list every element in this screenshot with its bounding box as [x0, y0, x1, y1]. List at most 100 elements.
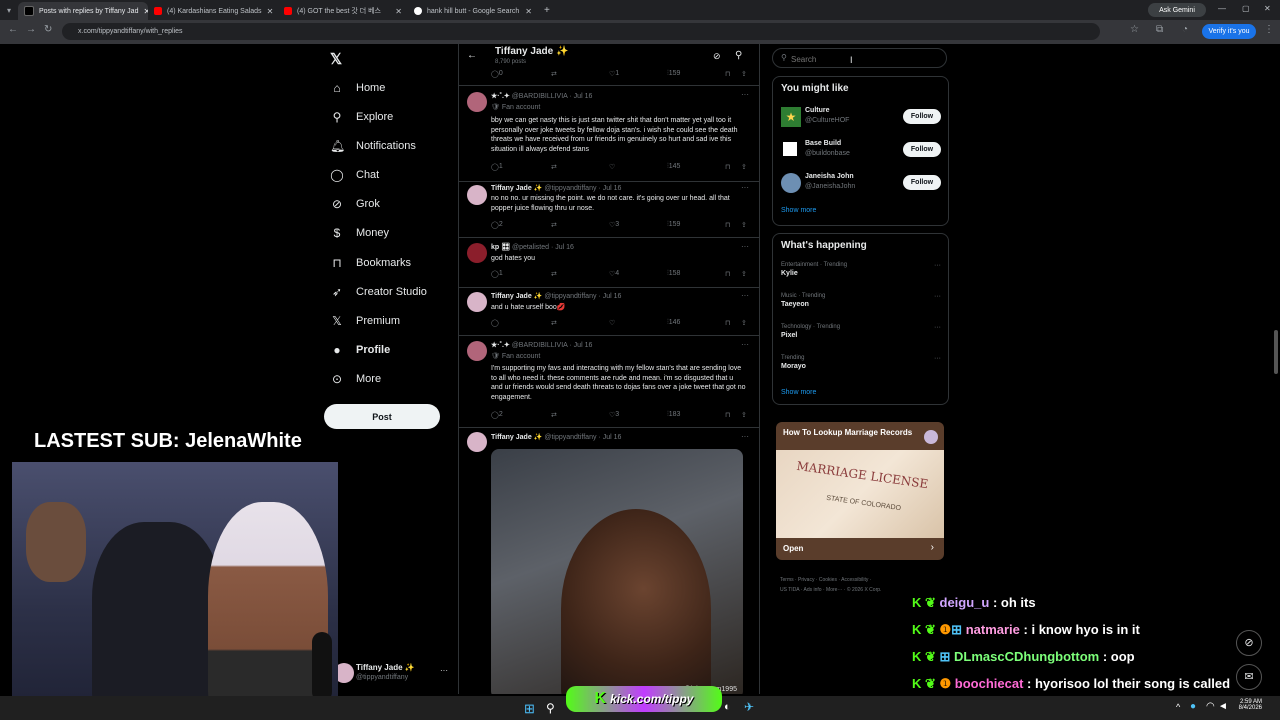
retweet-icon[interactable]: ⇄ [551, 270, 557, 278]
suggested-user[interactable]: Base Build @buildonbase Follow [781, 138, 941, 162]
reload-icon[interactable]: ↻ [44, 24, 52, 35]
close-icon[interactable]: ✕ [525, 7, 532, 16]
tweet[interactable]: Tiffany Jade ✨ @tippyandtiffany · Jul 16… [459, 427, 759, 694]
close-icon[interactable]: ✕ [395, 7, 402, 16]
account-switcher[interactable]: Tiffany Jade ✨ @tippyandtiffany ··· [334, 660, 449, 686]
nav-profile[interactable]: ● Profile [330, 343, 390, 357]
grok-fab-icon[interactable]: ⊘ [1236, 630, 1262, 656]
tab-x[interactable]: Posts with replies by Tiffany Jad ✕ [18, 2, 148, 20]
minimize-button[interactable]: — [1218, 4, 1226, 13]
retweet-icon[interactable]: ⇄ [551, 411, 557, 419]
reply-icon[interactable]: ◯ 2 [491, 221, 503, 229]
back-arrow-icon[interactable]: ← [467, 50, 477, 61]
like-icon[interactable]: ♡ 4 [609, 270, 619, 278]
like-icon[interactable]: ♡ 3 [609, 221, 619, 229]
like-icon[interactable]: ♡ 1 [609, 70, 619, 78]
more-dots-icon[interactable]: ··· [934, 293, 941, 300]
retweet-icon[interactable]: ⇄ [551, 163, 557, 171]
follow-button[interactable]: Follow [903, 142, 941, 157]
nav-home[interactable]: ⌂ Home [330, 81, 385, 95]
grok-icon[interactable]: ⊘ [713, 51, 721, 62]
trend-item[interactable]: Technology · Trending Pixel ··· [781, 324, 941, 348]
tab-youtube-1[interactable]: (4) Kardashians Eating Salads ✕ [148, 2, 278, 20]
tab-list-button[interactable]: ▾ [0, 6, 18, 15]
follow-button[interactable]: Follow [903, 109, 941, 124]
address-bar[interactable]: x.com/tippyandtiffany/with_replies [62, 23, 1100, 40]
search-input[interactable] [789, 51, 933, 67]
reply-icon[interactable]: ◯ 2 [491, 411, 503, 419]
like-icon[interactable]: ♡ 3 [609, 411, 619, 419]
more-dots-icon[interactable]: ··· [934, 355, 941, 362]
reply-icon[interactable]: ◯ 0 [491, 70, 503, 78]
bookmark-icon[interactable]: ⊓ [725, 70, 730, 78]
share-icon[interactable]: ⇪ [741, 221, 747, 229]
x-logo-icon[interactable]: 𝕏 [330, 50, 342, 68]
clock[interactable]: 2:59 AM 8/4/2026 [1232, 699, 1262, 711]
nav-premium[interactable]: 𝕏 Premium [330, 314, 400, 328]
close-icon[interactable]: ✕ [267, 7, 274, 16]
nav-notifications[interactable]: 🔔︎ Notifications [330, 139, 416, 153]
retweet-icon[interactable]: ⇄ [551, 319, 557, 327]
bookmark-icon[interactable]: ⊓ [725, 319, 730, 327]
nav-grok[interactable]: ⊘ Grok [330, 197, 380, 211]
ad-open-button[interactable]: Open › [776, 538, 944, 560]
star-icon[interactable]: ☆ [1130, 24, 1139, 35]
search-icon[interactable]: ⚲ [735, 50, 742, 61]
maximize-button[interactable]: ▢ [1242, 4, 1250, 13]
search-icon[interactable]: ⚲ [546, 701, 555, 715]
tab-google[interactable]: hank hill butt - Google Search ✕ [408, 2, 538, 20]
reply-icon[interactable]: ◯ 1 [491, 270, 503, 278]
more-dots-icon[interactable]: ··· [934, 262, 941, 269]
trend-item[interactable]: Music · Trending Taeyeon ··· [781, 293, 941, 317]
menu-icon[interactable]: ⋮ [1264, 24, 1274, 35]
forward-icon[interactable]: → [26, 24, 36, 35]
windows-start-icon[interactable]: ⊞ [524, 701, 535, 717]
nav-creator-studio[interactable]: ➶ Creator Studio [330, 285, 427, 299]
extensions-icon[interactable]: ⧉ [1156, 24, 1163, 35]
ask-gemini-button[interactable]: Ask Gemini [1148, 3, 1206, 17]
share-icon[interactable]: ⇪ [741, 319, 747, 327]
tweet[interactable]: kp 🎛 @petalisted · Jul 16 ··· god hates … [459, 237, 759, 288]
suggested-user[interactable]: Janeisha John @JaneishaJohn Follow [781, 171, 941, 195]
trend-item[interactable]: Entertainment · Trending Kylie ··· [781, 262, 941, 286]
more-dots-icon[interactable]: ··· [741, 340, 749, 349]
nav-explore[interactable]: ⚲ Explore [330, 110, 394, 124]
mic-icon[interactable]: ● [1190, 701, 1196, 712]
reply-icon[interactable]: ◯ [491, 319, 499, 327]
suggested-user[interactable]: ★ Culture @CultureHOF Follow [781, 105, 941, 129]
nav-chat[interactable]: ◯ Chat [330, 168, 379, 182]
share-icon[interactable]: ⇪ [741, 163, 747, 171]
more-dots-icon[interactable]: ··· [741, 291, 749, 300]
steam-icon[interactable]: ◐ [724, 701, 731, 713]
reply-icon[interactable]: ◯ 1 [491, 163, 503, 171]
new-tab-button[interactable]: + [544, 5, 550, 16]
tray-chevron-icon[interactable]: ^ [1176, 702, 1180, 712]
close-window-button[interactable]: ✕ [1264, 4, 1271, 13]
more-dots-icon[interactable]: ··· [741, 242, 749, 251]
bookmark-icon[interactable]: ⊓ [725, 221, 730, 229]
share-icon[interactable]: ⇪ [741, 270, 747, 278]
tweet[interactable]: Tiffany Jade ✨ @tippyandtiffany · Jul 16… [459, 287, 759, 336]
like-icon[interactable]: ♡ [609, 319, 615, 327]
ad-card[interactable]: How To Lookup Marriage Records MARRIAGE … [776, 422, 944, 560]
taskbar-app-icon[interactable]: ✈ [744, 700, 754, 714]
show-more-link[interactable]: Show more [781, 389, 816, 396]
search-box[interactable]: ⚲ [772, 48, 947, 68]
tweet[interactable]: ★·˚.✦ @BARDIBILLIVIA · Jul 16 🛡 Fan acco… [459, 86, 759, 182]
more-dots-icon[interactable]: ··· [741, 183, 749, 192]
tweet-video[interactable]: @juhengom1995 [491, 449, 743, 694]
profile-icon[interactable]: ◔ [1182, 24, 1188, 35]
scrollbar[interactable] [1274, 330, 1278, 374]
more-dots-icon[interactable]: ··· [440, 666, 448, 675]
follow-button[interactable]: Follow [903, 175, 941, 190]
bookmark-icon[interactable]: ⊓ [725, 411, 730, 419]
more-dots-icon[interactable]: ··· [741, 432, 749, 441]
back-icon[interactable]: ← [8, 24, 18, 35]
verify-button[interactable]: Verify it's you [1202, 24, 1256, 39]
show-more-link[interactable]: Show more [781, 207, 816, 214]
bookmark-icon[interactable]: ⊓ [725, 163, 730, 171]
share-icon[interactable]: ⇪ [741, 70, 747, 78]
nav-more[interactable]: ⊙ More [330, 372, 381, 386]
tweet[interactable]: ★·˚.✦ @BARDIBILLIVIA · Jul 16 🛡 Fan acco… [459, 335, 759, 428]
tab-youtube-2[interactable]: (4) GOT the best 갓 더 베스 ✕ [278, 2, 408, 20]
